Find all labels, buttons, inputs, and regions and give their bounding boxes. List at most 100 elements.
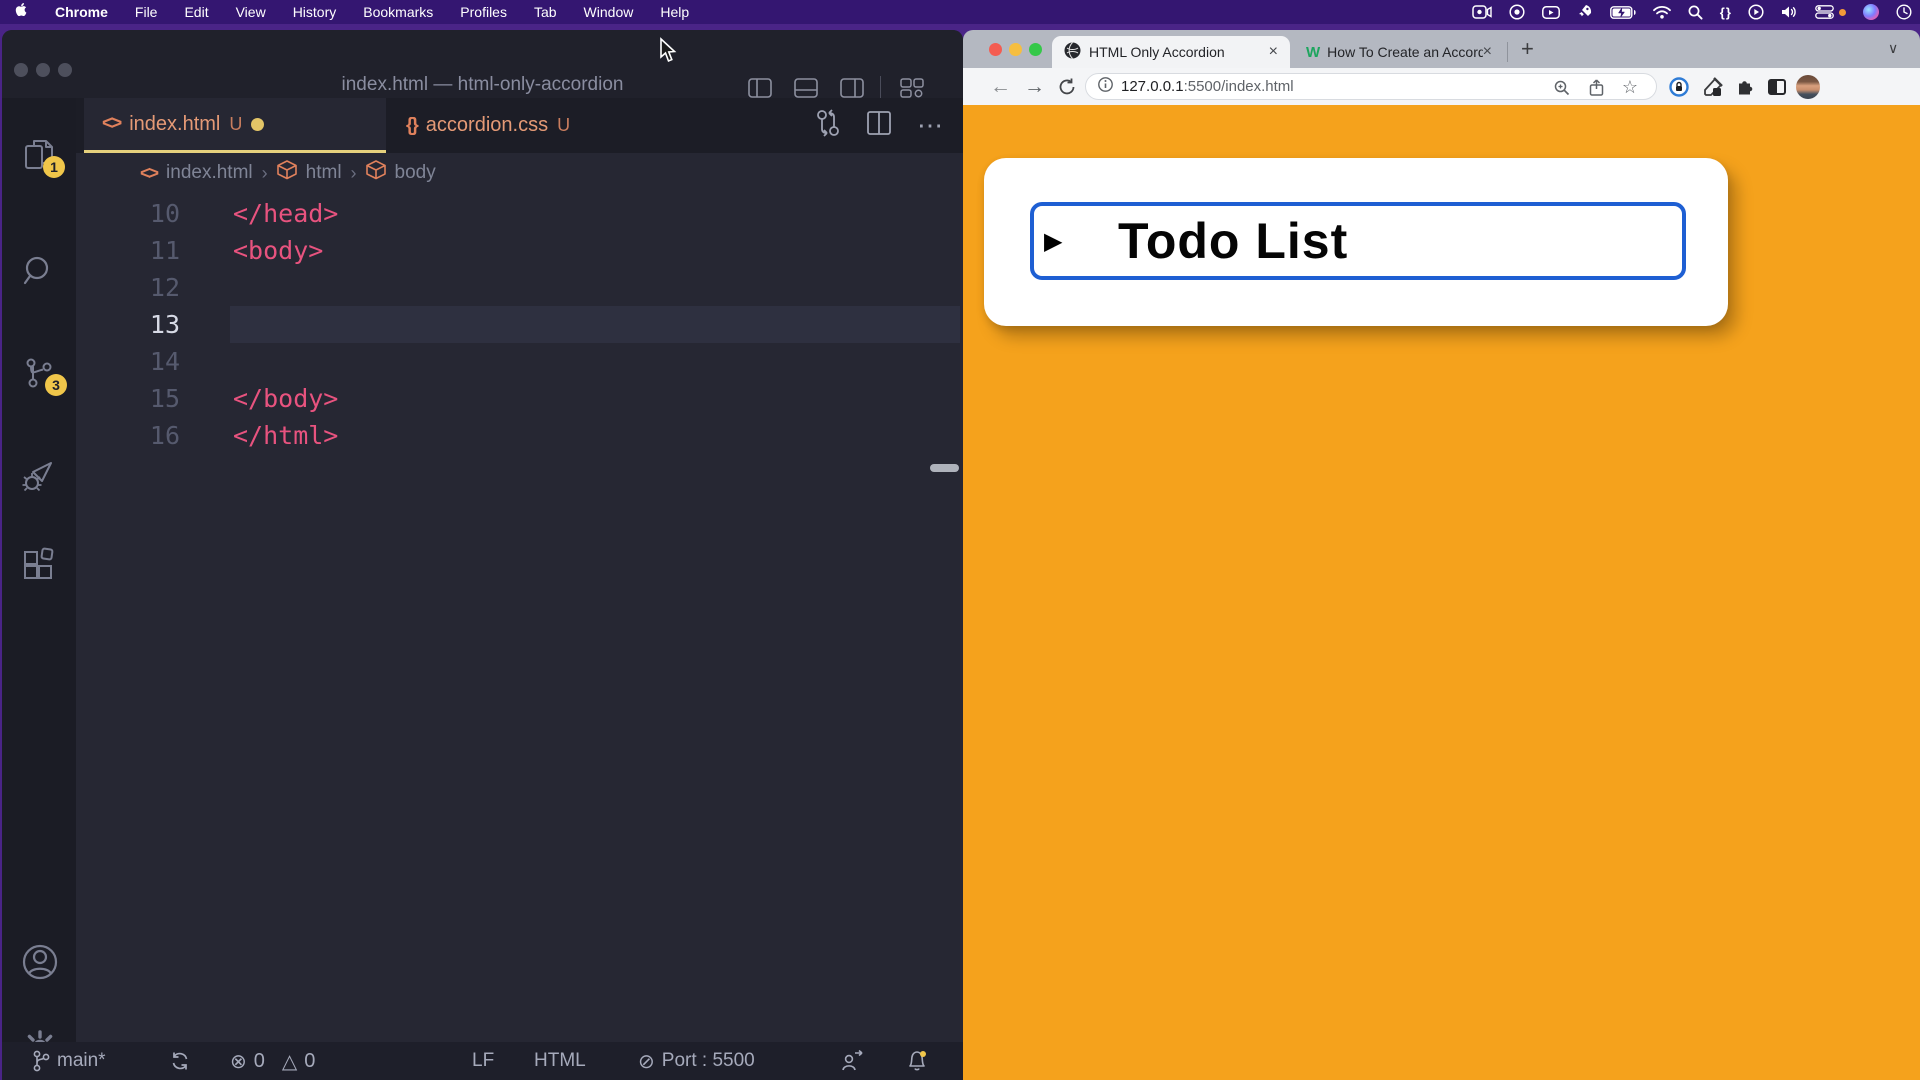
breadcrumb-html[interactable]: html	[306, 162, 342, 184]
menu-window[interactable]: Window	[584, 4, 634, 20]
run-debug-icon[interactable]	[21, 458, 57, 494]
tab-accordion-css[interactable]: {} accordion.css U	[388, 98, 678, 153]
accordion-summary[interactable]: ▶ Todo List	[1030, 202, 1686, 280]
code-editor[interactable]: 10</head> 11<body> 12 13 14 15</body> 16…	[76, 195, 963, 454]
site-info-icon[interactable]	[1098, 77, 1113, 97]
desktop: Chrome File Edit View History Bookmarks …	[0, 0, 1920, 1080]
errors-count: 0	[254, 1050, 265, 1073]
current-line-highlight	[230, 306, 960, 343]
live-server-port[interactable]: ⊘ Port : 5500	[638, 1042, 755, 1080]
menu-help[interactable]: Help	[660, 4, 689, 20]
sync-icon[interactable]	[170, 1042, 190, 1080]
clock-icon[interactable]	[1896, 4, 1912, 20]
code-line: 12	[76, 269, 963, 306]
tab-html-only-accordion[interactable]: HTML Only Accordion ×	[1052, 36, 1290, 68]
zoom-window-button[interactable]	[1029, 43, 1042, 56]
line-number: 14	[76, 343, 180, 380]
rocket-icon[interactable]	[1577, 4, 1593, 20]
tab-how-to-create-accordion[interactable]: W How To Create an Accordion ×	[1296, 36, 1502, 68]
close-window-button[interactable]	[989, 43, 1002, 56]
tab-search-chevron-icon[interactable]: ∨	[1888, 40, 1898, 57]
control-center-icon[interactable]	[1815, 5, 1846, 19]
video-icon[interactable]	[1542, 6, 1560, 19]
volume-icon[interactable]	[1781, 5, 1798, 19]
share-icon[interactable]	[1589, 74, 1604, 101]
eol-indicator[interactable]: LF	[472, 1042, 494, 1080]
macos-menu-bar: Chrome File Edit View History Bookmarks …	[0, 0, 1920, 24]
branch-status[interactable]: main*	[32, 1042, 106, 1080]
warnings-count: 0	[304, 1050, 315, 1073]
apple-icon[interactable]	[16, 3, 31, 22]
extensions-puzzle-icon[interactable]	[1736, 68, 1755, 105]
menu-edit[interactable]: Edit	[184, 4, 208, 20]
explorer-badge: 1	[43, 156, 65, 178]
forward-button[interactable]: →	[1024, 68, 1045, 105]
profile-avatar[interactable]	[1796, 68, 1820, 105]
input-source-icon[interactable]: { }	[1720, 5, 1731, 20]
window-title: index.html — html-only-accordion	[2, 74, 963, 96]
breadcrumb-separator: ›	[262, 163, 268, 184]
git-status-letter: U	[229, 114, 242, 135]
live-share-icon[interactable]	[840, 1042, 864, 1080]
code-line: 11<body>	[76, 232, 963, 269]
url-text[interactable]: 127.0.0.1:5500/index.html	[1121, 78, 1294, 95]
menu-history[interactable]: History	[293, 4, 337, 20]
accordion-title: Todo List	[1118, 212, 1348, 270]
explorer-icon[interactable]: 1	[21, 138, 57, 174]
line-number: 11	[76, 232, 180, 269]
new-tab-button[interactable]: +	[1521, 36, 1534, 62]
colorpicker-extension-icon[interactable]	[1703, 68, 1723, 105]
source-control-badge: 3	[45, 374, 67, 396]
search-icon[interactable]	[1688, 5, 1703, 20]
notifications-bell-icon[interactable]	[906, 1042, 928, 1080]
side-panel-icon[interactable]	[1768, 68, 1786, 105]
menu-profiles[interactable]: Profiles	[460, 4, 507, 20]
tab-label: accordion.css	[426, 114, 548, 137]
menu-tab[interactable]: Tab	[534, 4, 557, 20]
menu-view[interactable]: View	[236, 4, 266, 20]
play-circle-icon[interactable]	[1748, 4, 1764, 20]
breadcrumb-separator: ›	[351, 163, 357, 184]
privacy-extension-icon[interactable]	[1669, 68, 1689, 105]
address-bar[interactable]: 127.0.0.1:5500/index.html ☆	[1085, 73, 1657, 100]
tab-index-html[interactable]: <> index.html U	[84, 98, 386, 153]
more-actions-icon[interactable]: ⋯	[917, 110, 945, 141]
zoom-page-icon[interactable]	[1554, 74, 1570, 101]
bookmark-star-icon[interactable]: ☆	[1622, 74, 1638, 101]
compare-changes-icon[interactable]	[815, 109, 841, 142]
record-icon[interactable]	[1509, 4, 1525, 20]
source-control-icon[interactable]: 3	[21, 356, 57, 392]
search-sidebar-icon[interactable]	[21, 253, 57, 289]
menu-file[interactable]: File	[135, 4, 158, 20]
back-button[interactable]: ←	[990, 68, 1011, 105]
language-mode[interactable]: HTML	[534, 1042, 586, 1080]
split-editor-icon[interactable]	[867, 111, 891, 140]
unsaved-dot-icon[interactable]	[251, 118, 264, 131]
reload-button[interactable]	[1058, 68, 1076, 105]
problems-status[interactable]: ⊗ 0 △ 0	[230, 1042, 315, 1080]
warnings-icon: △	[282, 1049, 297, 1074]
css-file-icon: {}	[406, 115, 417, 137]
battery-icon[interactable]	[1610, 6, 1636, 19]
close-tab-icon[interactable]: ×	[1269, 43, 1278, 61]
code-line: 15</body>	[76, 380, 963, 417]
web-page: ▶ Todo List	[963, 105, 1920, 1080]
scroll-handle[interactable]	[930, 464, 959, 472]
html-file-icon: <>	[140, 163, 157, 184]
accounts-icon[interactable]	[21, 943, 57, 979]
tab-label: index.html	[129, 113, 220, 136]
minimize-window-button[interactable]	[1009, 43, 1022, 56]
breadcrumb-file[interactable]: index.html	[166, 162, 253, 184]
breadcrumb-body[interactable]: body	[395, 162, 436, 184]
w3schools-favicon: W	[1306, 44, 1320, 61]
menu-bookmarks[interactable]: Bookmarks	[363, 4, 433, 20]
screen-record-icon[interactable]	[1472, 5, 1492, 19]
close-tab-icon[interactable]: ×	[1483, 43, 1492, 61]
siri-icon[interactable]	[1863, 4, 1879, 20]
activity-bar: 1 3 1	[2, 98, 76, 1042]
vscode-titlebar[interactable]: index.html — html-only-accordion	[2, 30, 963, 98]
wifi-icon[interactable]	[1653, 6, 1671, 19]
details-marker-icon: ▶	[1044, 227, 1062, 256]
menu-chrome[interactable]: Chrome	[55, 4, 108, 20]
extensions-icon[interactable]	[21, 550, 57, 586]
